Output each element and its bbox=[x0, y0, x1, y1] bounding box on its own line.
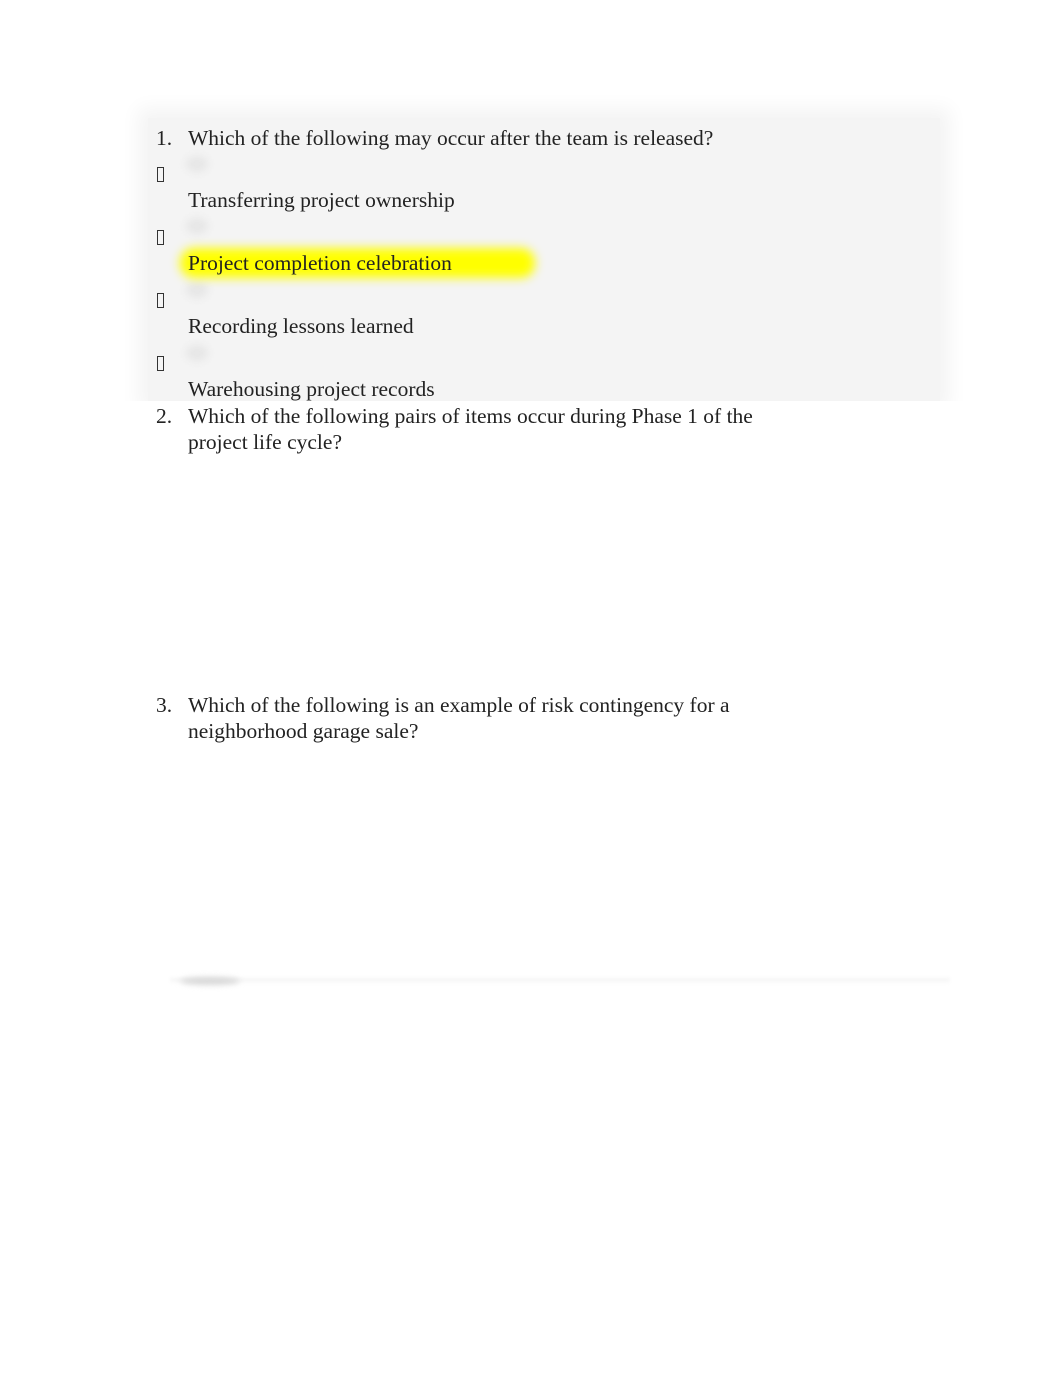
option-label: Warehousing project records bbox=[188, 377, 435, 401]
question-number: 1. bbox=[156, 126, 173, 150]
blurred-divider-shadow bbox=[180, 977, 240, 985]
question-text-line-1: Which of the following pairs of items oc… bbox=[188, 404, 753, 428]
missing-glyph-bullet-icon bbox=[157, 167, 164, 182]
blurred-radio-icon bbox=[186, 156, 208, 172]
missing-glyph-bullet-icon bbox=[157, 356, 164, 371]
option-label: Transferring project ownership bbox=[188, 188, 455, 212]
blurred-radio-icon bbox=[186, 218, 208, 234]
missing-glyph-bullet-icon bbox=[157, 230, 164, 245]
blurred-divider bbox=[170, 978, 950, 984]
blurred-radio-icon bbox=[186, 282, 208, 298]
missing-glyph-bullet-icon bbox=[157, 293, 164, 308]
blurred-radio-icon bbox=[186, 345, 208, 361]
option-label: Recording lessons learned bbox=[188, 314, 414, 338]
question-number: 3. bbox=[156, 693, 173, 717]
question-text-line-2: project life cycle? bbox=[188, 430, 342, 454]
question-number: 2. bbox=[156, 404, 173, 428]
question-text: Which of the following may occur after t… bbox=[188, 126, 714, 150]
question-text-line-1: Which of the following is an example of … bbox=[188, 693, 730, 717]
option-label-highlighted: Project completion celebration bbox=[188, 251, 452, 275]
question-text-line-2: neighborhood garage sale? bbox=[188, 719, 419, 743]
